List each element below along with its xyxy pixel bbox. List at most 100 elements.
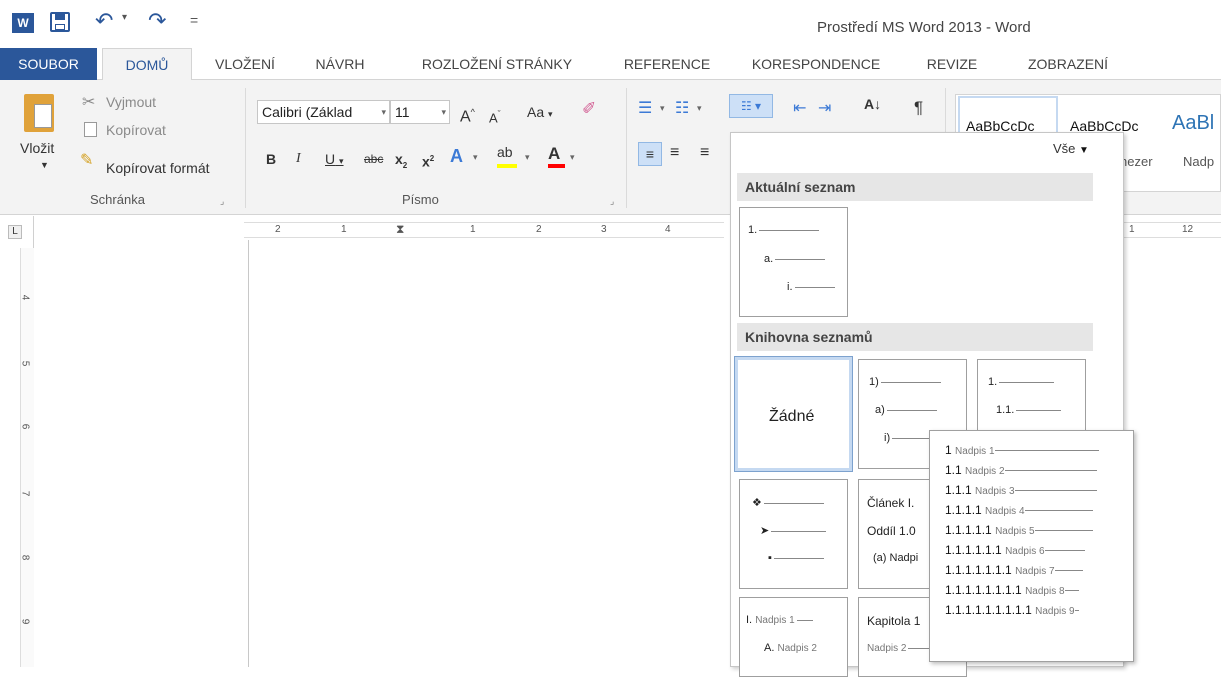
tab-view[interactable]: ZOBRAZENÍ [1008, 48, 1128, 80]
text-effects-icon[interactable]: A [450, 146, 463, 167]
tab-insert[interactable]: VLOŽENÍ [200, 48, 290, 80]
vruler-tick-8: 8 [19, 554, 31, 561]
customize-quick-access-icon[interactable]: = [190, 12, 198, 28]
font-size-combo[interactable]: 11 ▾ [390, 100, 450, 124]
bullet-diamond-icon: ❖ [752, 497, 762, 509]
undo-dropdown-icon[interactable]: ▾ [122, 12, 127, 23]
sort-icon[interactable]: A↓ [864, 96, 881, 112]
grow-font-button[interactable]: A^ [460, 101, 475, 128]
tab-page-layout[interactable]: ROZLOŽENÍ STRÁNKY [392, 48, 602, 80]
list-level-line: a) [875, 404, 937, 416]
font-color-icon[interactable]: A [548, 144, 565, 168]
level-label: I. [746, 614, 753, 626]
list-level-line: 1.1. [996, 404, 1062, 416]
preview-row: 1.1.1.1.1.1 Nadpis 6 [945, 543, 1085, 557]
row-number: 1.1.1.1.1.1 [945, 543, 1002, 557]
row-label: Nadpis 9 [1035, 606, 1075, 617]
list-none-thumb[interactable]: Žádné [734, 356, 853, 472]
all-lists-filter[interactable]: Vše ▼ [1053, 141, 1089, 156]
cut-button[interactable]: Vyjmout [106, 94, 156, 110]
align-right-icon[interactable]: ≡ [700, 144, 709, 162]
vertical-ruler[interactable]: L 4 5 6 7 8 9 [0, 216, 34, 667]
list-level-line: A. Nadpis 2 [764, 642, 817, 654]
superscript-button[interactable]: x2 [422, 148, 434, 173]
paste-dropdown-icon[interactable]: ▼ [40, 160, 49, 170]
vruler-tick-6: 6 [19, 423, 31, 430]
preview-row: 1.1.1.1.1.1.1.1.1 Nadpis 9 [945, 603, 1079, 617]
font-color-dropdown-icon[interactable]: ▾ [570, 152, 575, 163]
text-effects-dropdown-icon[interactable]: ▾ [473, 152, 478, 163]
strikethrough-button[interactable]: abc [364, 148, 383, 170]
italic-button[interactable]: I [296, 148, 301, 170]
change-case-button[interactable]: Aa ▾ [527, 101, 553, 125]
shrink-font-label: A [489, 110, 498, 126]
copy-button[interactable]: Kopírovat [106, 122, 166, 138]
tab-mailings[interactable]: KORESPONDENCE [732, 48, 900, 80]
list-roman-thumb[interactable]: I. Nadpis 1 A. Nadpis 2 [739, 597, 848, 677]
bullets-dropdown-icon[interactable]: ▾ [660, 103, 665, 114]
multilevel-list-icon[interactable]: ☷ ▾ [729, 94, 773, 118]
highlight-dropdown-icon[interactable]: ▾ [525, 152, 530, 163]
tab-file[interactable]: SOUBOR [0, 48, 97, 80]
horizontal-ruler[interactable]: 2 1 ⧗ 1 2 3 4 [244, 222, 724, 238]
show-marks-button[interactable]: ¶ [914, 97, 923, 119]
list-level-line: Nadpis 2 [867, 642, 939, 654]
tab-references[interactable]: REFERENCE [612, 48, 722, 80]
increase-indent-icon[interactable]: ⇥ [818, 98, 831, 118]
paste-icon[interactable] [24, 94, 54, 132]
decrease-indent-icon[interactable]: ⇤ [793, 98, 806, 118]
clipboard-launcher-icon[interactable]: ⌟ [220, 196, 224, 207]
style-heading-sample[interactable]: AaBl [1172, 112, 1214, 135]
bullets-icon[interactable]: ☰ [638, 98, 652, 118]
subscript-button[interactable]: x2 [395, 148, 407, 177]
numbering-dropdown-icon[interactable]: ▾ [697, 103, 702, 114]
scissors-icon[interactable]: ✂ [82, 92, 95, 112]
list-library-header: Knihovna seznamů [737, 323, 1093, 351]
horizontal-ruler-right[interactable]: 1 12 [1118, 222, 1221, 238]
row-label: Nadpis 7 [1015, 566, 1055, 577]
level-label: A. [764, 642, 775, 654]
highlight-icon[interactable]: ab [497, 144, 517, 168]
row-number: 1 [945, 443, 952, 457]
preview-row: 1.1.1.1.1 Nadpis 5 [945, 523, 1093, 537]
format-painter-button[interactable]: Kopírovat formát [106, 160, 210, 176]
hruler-tick: 12 [1182, 224, 1194, 235]
list-bullets-thumb[interactable]: ❖ ➤ ▪ [739, 479, 848, 589]
current-list-thumb[interactable]: 1. a. i. [739, 207, 848, 317]
tab-home[interactable]: DOMŮ [102, 48, 192, 81]
paste-button[interactable]: Vložit [20, 140, 54, 156]
level-label: 1. [988, 376, 998, 388]
clear-formatting-icon[interactable]: ✐ [582, 99, 596, 119]
bullet-arrow-icon: ➤ [760, 525, 770, 537]
list-preview-tooltip: 1 Nadpis 1 1.1 Nadpis 2 1.1.1 Nadpis 3 1… [929, 430, 1134, 662]
preview-row: 1.1.1.1.1.1.1 Nadpis 7 [945, 563, 1083, 577]
font-launcher-icon[interactable]: ⌟ [610, 196, 614, 207]
word-app-icon[interactable]: W [12, 13, 34, 33]
save-icon[interactable] [50, 12, 70, 32]
font-name-combo[interactable]: Calibri (Základ ▾ [257, 100, 390, 124]
list-level-line: 1) [869, 376, 941, 388]
shrink-font-button[interactable]: Aˇ [489, 103, 501, 129]
undo-icon[interactable]: ↶ [95, 8, 113, 34]
bold-button[interactable]: B [266, 148, 276, 170]
hruler-tick: 2 [275, 224, 281, 235]
indent-marker-icon[interactable]: ⧗ [396, 222, 404, 237]
numbering-icon[interactable]: ☷ [675, 98, 689, 118]
copy-icon[interactable] [84, 122, 97, 137]
format-painter-icon[interactable]: ✎ [80, 150, 93, 170]
none-label: Žádné [769, 408, 815, 425]
redo-icon[interactable]: ↷ [148, 8, 166, 34]
vruler-tick-5: 5 [19, 360, 31, 367]
level-label: 1.1. [996, 404, 1015, 416]
level-label: 1) [869, 376, 879, 388]
align-center-icon[interactable]: ≡ [670, 144, 679, 162]
font-size-value: 11 [395, 104, 410, 120]
align-left-icon[interactable]: ≡ [638, 142, 662, 166]
hruler-tick: 1 [341, 224, 347, 235]
tab-review[interactable]: REVIZE [912, 48, 992, 80]
tab-design[interactable]: NÁVRH [300, 48, 380, 80]
underline-button[interactable]: U ▾ [325, 148, 344, 172]
list-level-line: i) [884, 432, 933, 444]
tab-selector[interactable]: L [8, 225, 22, 239]
row-number: 1.1.1.1.1.1.1.1.1 [945, 603, 1032, 617]
